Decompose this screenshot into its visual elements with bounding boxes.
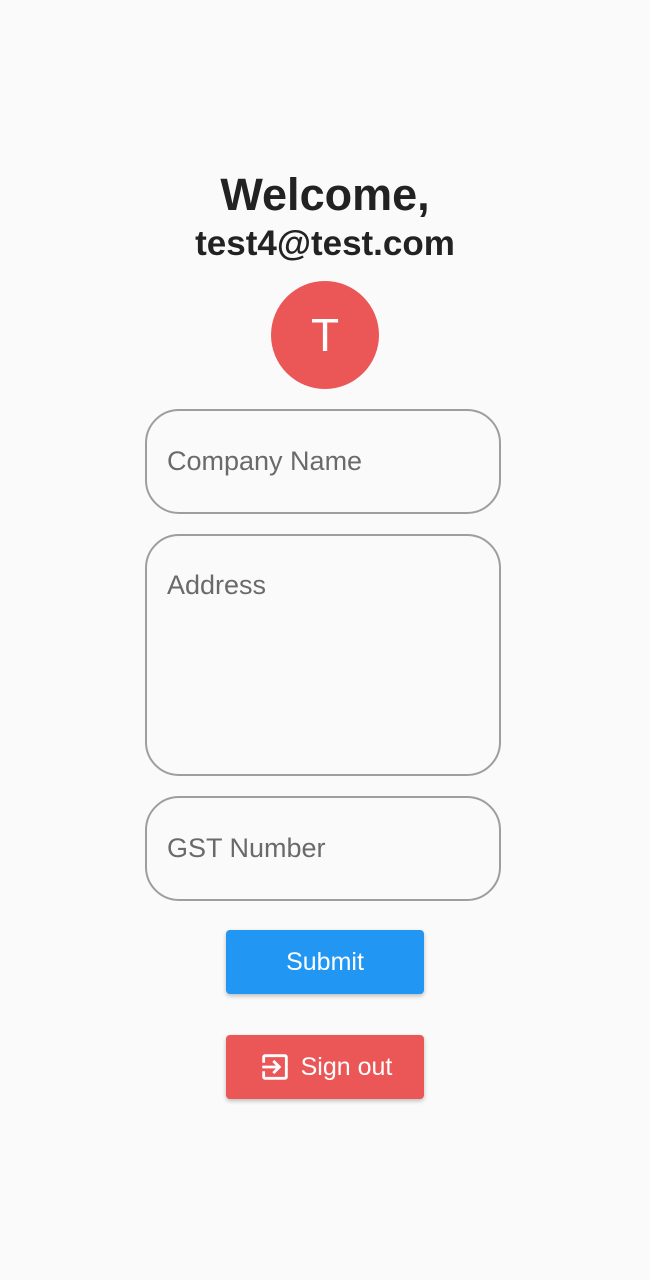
avatar-initial: T <box>310 309 340 361</box>
gst-number-field[interactable]: GST Number <box>145 796 501 901</box>
avatar: T <box>271 281 379 389</box>
exit-to-app-icon <box>258 1050 292 1084</box>
sign-out-label: Sign out <box>300 1052 393 1081</box>
welcome-title: Welcome, <box>220 169 430 220</box>
address-placeholder: Address <box>167 570 267 600</box>
submit-label: Submit <box>286 947 364 976</box>
user-email: test4@test.com <box>195 224 455 263</box>
submit-button[interactable]: Submit <box>226 930 424 994</box>
company-name-placeholder: Company Name <box>167 446 363 476</box>
gst-number-placeholder: GST Number <box>167 833 326 863</box>
company-name-field[interactable]: Company Name <box>145 409 501 514</box>
address-field[interactable]: Address <box>145 534 501 776</box>
sign-out-button[interactable]: Sign out <box>226 1035 424 1099</box>
